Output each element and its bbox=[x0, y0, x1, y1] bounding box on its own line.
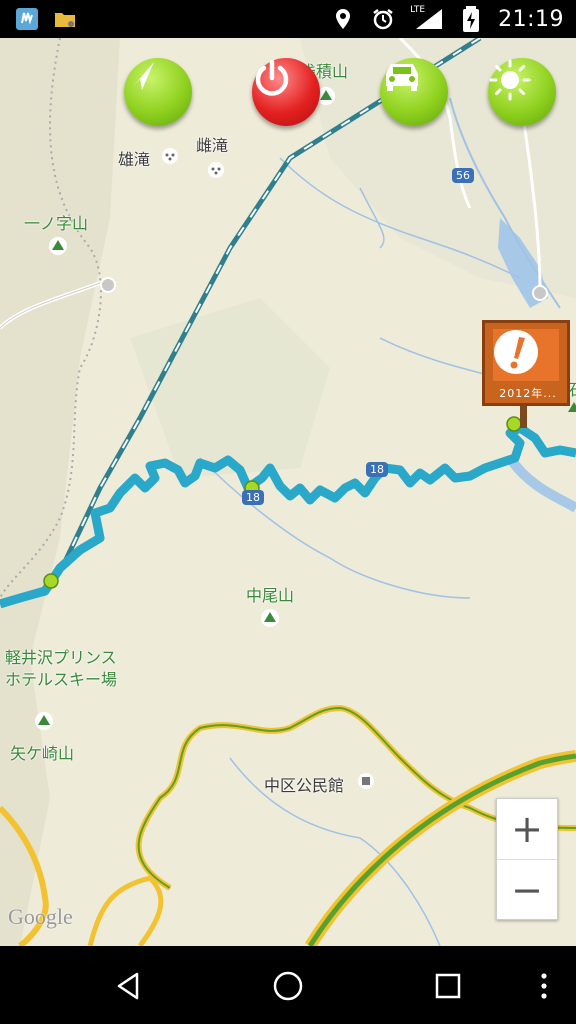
alarm-icon bbox=[370, 6, 396, 32]
label-yudaki: 雄滝 bbox=[118, 150, 151, 169]
label-nakaku-kouminkan: 中区公民館 bbox=[264, 776, 345, 795]
label-nakaoyama: 中尾山 bbox=[246, 586, 295, 605]
label-ichinojiyama: 一ノ字山 bbox=[24, 214, 89, 233]
map-marker[interactable] bbox=[100, 277, 116, 293]
navigate-button[interactable] bbox=[124, 58, 192, 126]
route-waypoint[interactable] bbox=[43, 573, 59, 589]
back-icon bbox=[117, 972, 139, 1000]
mountain-poi-icon bbox=[261, 609, 279, 627]
map-view[interactable]: 雄滝 雌滝 一ノ字山 浅積山 中尾山 軽井沢プリンス ホテルスキー場 矢ケ崎山 … bbox=[0, 38, 576, 946]
zoom-controls: + − bbox=[496, 798, 558, 920]
route-waypoint[interactable] bbox=[506, 416, 522, 432]
building-poi-icon bbox=[358, 773, 374, 789]
map-marker[interactable] bbox=[532, 285, 548, 301]
navigation-bar bbox=[0, 946, 576, 1024]
home-button[interactable] bbox=[266, 964, 310, 1008]
route-shield-18b: 18 bbox=[242, 490, 264, 505]
power-icon bbox=[255, 59, 289, 96]
recents-icon bbox=[435, 973, 461, 999]
power-button[interactable] bbox=[252, 58, 320, 126]
recents-button[interactable] bbox=[426, 964, 470, 1008]
app-notification-icon bbox=[14, 6, 40, 32]
folder-icon bbox=[52, 6, 78, 32]
label-karuizawa-line1: 軽井沢プリンス bbox=[5, 648, 117, 667]
label-yagasakiyama: 矢ケ崎山 bbox=[10, 744, 75, 763]
location-icon bbox=[330, 6, 356, 32]
route-shield-18: 18 bbox=[366, 462, 388, 477]
clock: 21:19 bbox=[498, 6, 564, 32]
map-canvas bbox=[0, 38, 576, 946]
warning-caption: 2012年... bbox=[499, 387, 557, 400]
zoom-in-button[interactable]: + bbox=[497, 799, 557, 859]
car-icon bbox=[386, 64, 418, 91]
warning-marker[interactable]: 2012年... bbox=[482, 320, 570, 406]
route-shield-56: 56 bbox=[452, 168, 474, 183]
sun-icon bbox=[489, 59, 531, 101]
signal-icon: LTE bbox=[410, 5, 444, 32]
overflow-menu-icon bbox=[541, 973, 547, 999]
status-bar: LTE 21:19 bbox=[0, 0, 576, 38]
mountain-poi-icon bbox=[49, 237, 67, 255]
brightness-button[interactable] bbox=[488, 58, 556, 126]
navigation-arrow-icon bbox=[132, 62, 154, 90]
battery-charging-icon bbox=[458, 6, 484, 32]
mountain-poi-icon bbox=[35, 712, 53, 730]
home-icon bbox=[273, 971, 303, 1001]
label-karuizawa-line2: ホテルスキー場 bbox=[5, 670, 118, 689]
car-button[interactable] bbox=[380, 58, 448, 126]
warning-post bbox=[520, 406, 527, 428]
waterfall-poi-icon bbox=[208, 162, 224, 178]
overflow-menu-button[interactable] bbox=[522, 964, 566, 1008]
waterfall-poi-icon bbox=[162, 148, 178, 164]
exclamation-icon bbox=[494, 330, 538, 374]
label-medaki: 雌滝 bbox=[196, 136, 229, 155]
network-label: LTE bbox=[410, 5, 426, 15]
google-attribution: Google bbox=[8, 904, 73, 929]
zoom-out-button[interactable]: − bbox=[497, 860, 557, 920]
back-button[interactable] bbox=[106, 964, 150, 1008]
